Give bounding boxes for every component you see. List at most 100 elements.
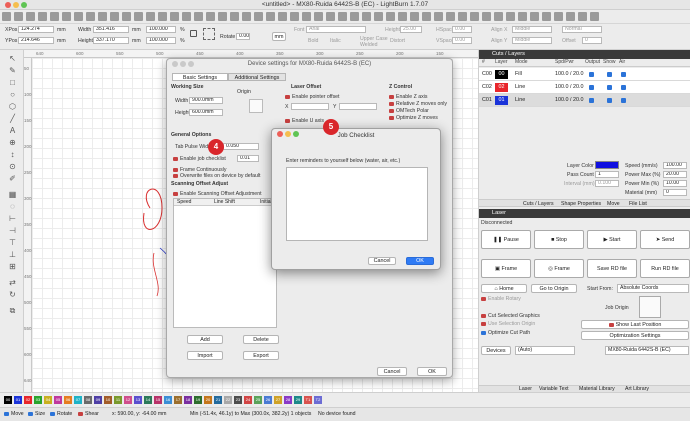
offset-x-field[interactable] (291, 103, 329, 110)
tab-cuts-layers[interactable]: Cuts / Layers (523, 201, 554, 207)
palette-swatch[interactable]: 20 (204, 396, 212, 404)
zoom-out-icon[interactable] (157, 12, 167, 21)
show-checkbox[interactable] (607, 98, 612, 103)
mirror-icon[interactable] (241, 12, 251, 21)
copy-icon[interactable] (61, 12, 71, 21)
measure-tool-icon[interactable]: ↕ (8, 150, 17, 159)
palette-swatch[interactable]: 16 (164, 396, 172, 404)
drawn-shape[interactable] (152, 252, 159, 297)
use-selection-origin-checkbox[interactable]: Use Selection Origin (481, 321, 535, 327)
palette-swatch[interactable]: 15 (154, 396, 162, 404)
start-from-select[interactable]: Absolute Coords (617, 284, 689, 293)
cut-mode[interactable]: Fill (515, 68, 522, 81)
vspace-field[interactable]: 0.00 (452, 37, 472, 44)
origin-selector-icon[interactable] (203, 28, 215, 40)
material-field[interactable]: 0 (663, 189, 687, 196)
align-top-icon[interactable]: ⊤ (8, 238, 17, 247)
palette-swatch[interactable]: 26 (264, 396, 272, 404)
show-checkbox[interactable] (607, 72, 612, 77)
ellipse-tool-icon[interactable]: ○ (8, 90, 17, 99)
rotate-toggle[interactable]: Rotate (50, 408, 72, 421)
omtech-polar-checkbox[interactable]: OMTech Polar (389, 108, 429, 114)
tool-d-icon[interactable] (421, 12, 431, 21)
offset-field[interactable]: 0 (582, 37, 602, 44)
palette-swatch[interactable]: 12 (124, 396, 132, 404)
tool-m-icon[interactable] (529, 12, 539, 21)
zoom-in-icon[interactable] (145, 12, 155, 21)
distort-toggle[interactable]: Distort (390, 38, 405, 44)
cut-mode[interactable]: Line (515, 81, 525, 94)
rotate-field[interactable]: 0.00 (236, 33, 250, 40)
stop-button[interactable]: ■ Stop (534, 230, 584, 249)
checklist-textarea[interactable] (286, 167, 428, 241)
tool-g-icon[interactable] (457, 12, 467, 21)
checklist-cancel-button[interactable]: Cancel (368, 257, 396, 265)
ws-height-field[interactable]: 600.0mm (189, 109, 223, 116)
palette-swatch[interactable]: 09 (94, 396, 102, 404)
paste-icon[interactable] (73, 12, 83, 21)
import-icon[interactable] (13, 12, 23, 21)
distribute-icon[interactable] (313, 12, 323, 21)
enable-z-axis-checkbox[interactable]: Enable Z axis (389, 94, 427, 100)
tool-b-icon[interactable] (397, 12, 407, 21)
dialog-zoom-icon[interactable] (188, 61, 194, 67)
text-height-field[interactable]: 25.00 (400, 26, 422, 33)
cut-selected-checkbox[interactable]: Cut Selected Graphics (481, 313, 540, 319)
palette-swatch[interactable]: 06 (64, 396, 72, 404)
optimization-settings-button[interactable]: Optimization Settings (581, 331, 689, 340)
camera-icon[interactable] (121, 12, 131, 21)
measure-icon[interactable] (349, 12, 359, 21)
weld-tool-icon[interactable]: ⧉ (8, 306, 17, 315)
tool-n-icon[interactable] (541, 12, 551, 21)
tab-file-list[interactable]: File List (629, 201, 647, 207)
power-max-field[interactable]: 20.00 (663, 171, 687, 178)
zoom-fit-icon[interactable] (169, 12, 179, 21)
enable-rotary-checkbox[interactable]: Enable Rotary (481, 296, 521, 302)
edit-nodes-icon[interactable]: ✎ (8, 66, 17, 75)
xpos-field[interactable]: 124.274 (18, 26, 54, 33)
palette-swatch[interactable]: 04 (44, 396, 52, 404)
layer-swatch[interactable]: 02 (495, 83, 508, 92)
center-icon[interactable]: ⊞ (8, 262, 17, 271)
tab-additional-settings[interactable]: Additional Settings (228, 73, 286, 81)
scanning-offset-table[interactable]: Speed Line Shift Initial (173, 198, 277, 328)
palette-swatch[interactable]: T1 (304, 396, 312, 404)
palette-swatch[interactable]: 22 (224, 396, 232, 404)
italic-toggle[interactable]: Italic (330, 38, 341, 44)
air-checkbox[interactable] (621, 98, 626, 103)
grid-array-icon[interactable]: ▦ (8, 190, 17, 199)
weld-icon[interactable] (265, 12, 275, 21)
palette-swatch[interactable]: 00 (4, 396, 12, 404)
palette-swatch[interactable]: 11 (114, 396, 122, 404)
air-checkbox[interactable] (621, 72, 626, 77)
ungroup-icon[interactable] (193, 12, 203, 21)
show-checkbox[interactable] (607, 85, 612, 90)
cut-icon[interactable] (373, 12, 383, 21)
output-checkbox[interactable] (589, 85, 594, 90)
show-last-position-button[interactable]: Show Last Position (581, 320, 689, 329)
layer-swatch[interactable]: 00 (495, 70, 508, 79)
select-tool-icon[interactable]: ↖ (8, 54, 17, 63)
import-button[interactable]: Import (187, 351, 223, 360)
tab-pulse-field[interactable]: 0.050 (223, 143, 259, 150)
origin-selector[interactable] (249, 99, 263, 113)
palette-swatch[interactable]: 28 (284, 396, 292, 404)
rectangle-tool-icon[interactable]: □ (8, 78, 17, 87)
settings-icon[interactable] (97, 12, 107, 21)
interval-field[interactable]: 0.100 (595, 180, 619, 187)
device-cancel-button[interactable]: Cancel (377, 367, 407, 376)
tool-p-icon[interactable] (565, 12, 575, 21)
device-ok-button[interactable]: OK (417, 367, 447, 376)
palette-swatch[interactable]: 02 (24, 396, 32, 404)
tool-l-icon[interactable] (517, 12, 527, 21)
width-field[interactable]: 351.416 (93, 26, 129, 33)
power-min-field[interactable]: 10.00 (663, 180, 687, 187)
palette-swatch[interactable]: T2 (314, 396, 322, 404)
home-button[interactable]: ⌂ Home (481, 284, 527, 293)
align-bottom-icon[interactable]: ⊥ (8, 250, 17, 259)
palette-swatch[interactable]: 18 (184, 396, 192, 404)
pause-button[interactable]: ❚❚ Pause (481, 230, 531, 249)
export-button[interactable]: Export (243, 351, 279, 360)
dialog-minimize-icon[interactable] (180, 61, 186, 67)
offset-icon[interactable] (277, 12, 287, 21)
